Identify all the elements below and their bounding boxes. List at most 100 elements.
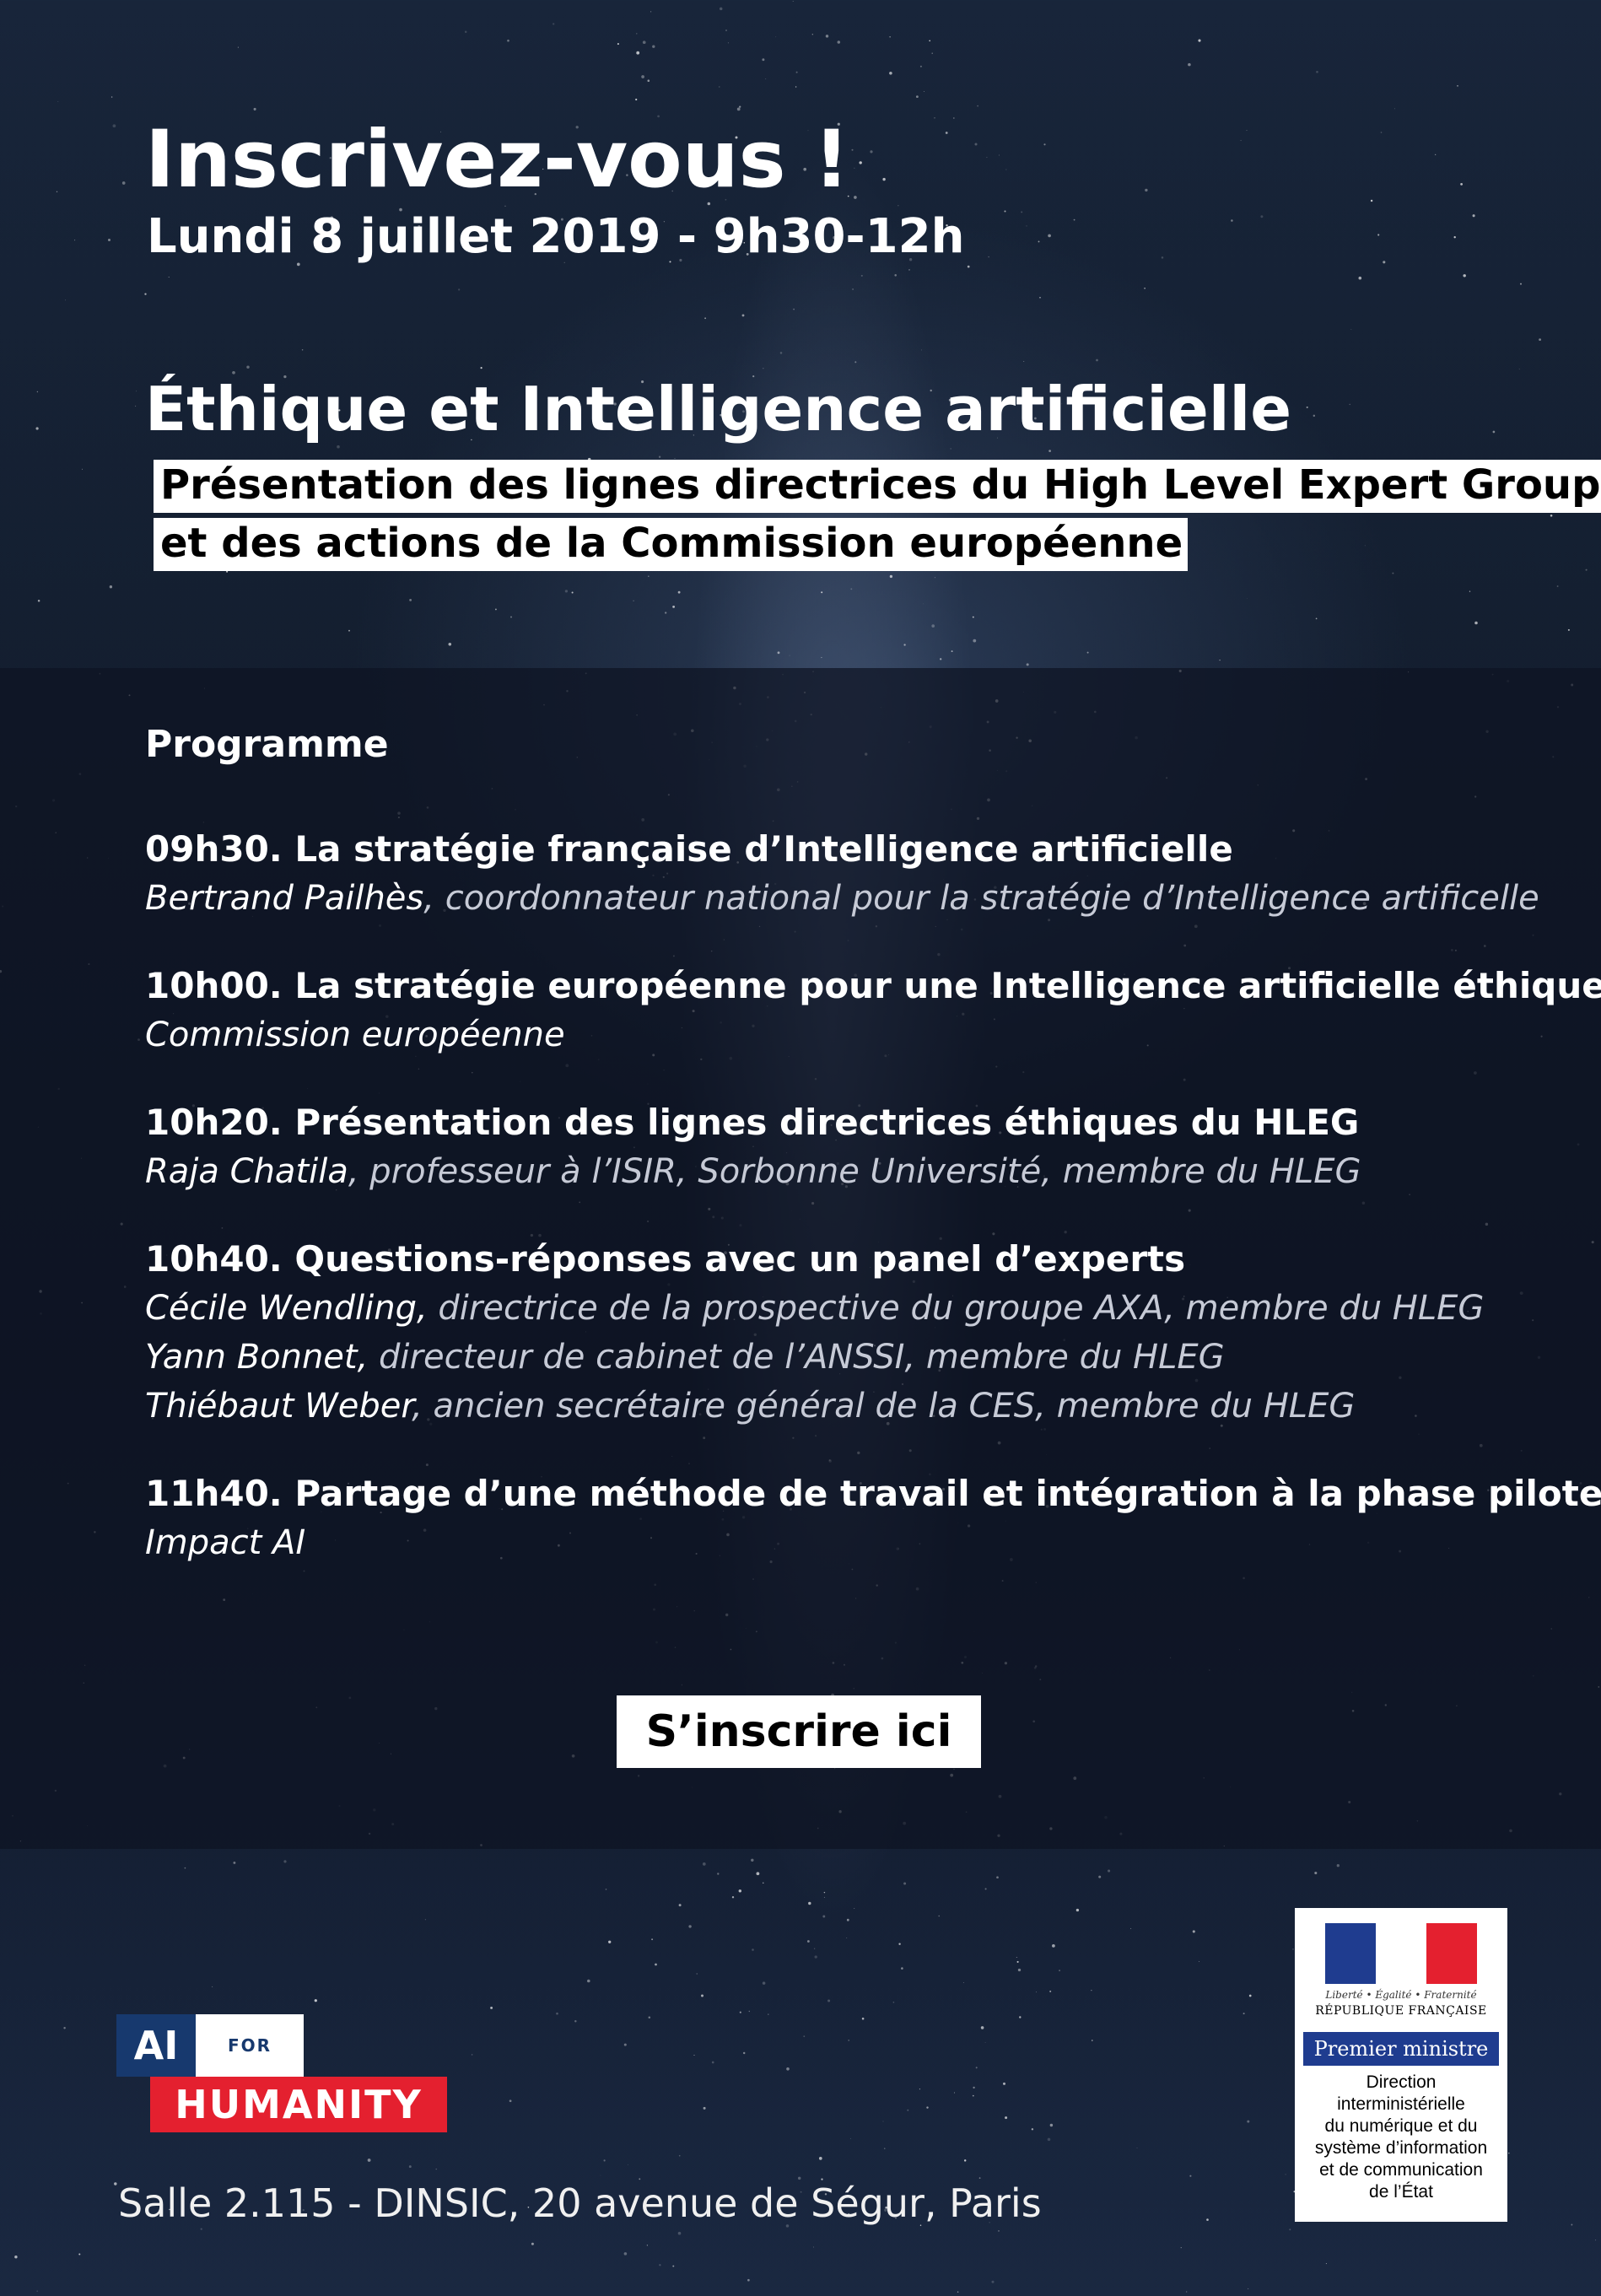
star: [1306, 406, 1308, 408]
star: [967, 265, 970, 268]
event-theme: Éthique et Intelligence artificielle: [145, 374, 1292, 445]
star: [677, 2231, 682, 2235]
star: [973, 639, 977, 643]
star: [1240, 139, 1242, 142]
star: [1005, 2116, 1008, 2120]
star: [409, 598, 412, 601]
speaker-name: Impact AI: [145, 1523, 306, 1562]
programme-item-title: 11h40. Partage d’une méthode de travail …: [145, 1473, 1601, 1514]
star: [603, 2159, 606, 2162]
star: [846, 1918, 849, 1921]
star: [950, 448, 952, 450]
star: [889, 574, 893, 579]
programme-item-title: 10h20. Présentation des lignes directric…: [145, 1102, 1360, 1143]
star: [1144, 288, 1145, 289]
gov-direction: Direction interministérielle du numériqu…: [1295, 2072, 1507, 2203]
star: [972, 616, 974, 618]
gov-direction-line: de l’État: [1369, 2182, 1433, 2202]
star: [711, 2061, 714, 2064]
speaker-role: directeur de cabinet de l’ANSSI, membre …: [368, 1338, 1225, 1377]
star: [693, 2054, 695, 2056]
star: [741, 314, 745, 317]
star: [931, 624, 935, 628]
star: [765, 78, 767, 79]
star: [510, 616, 512, 618]
star: [806, 1940, 810, 1943]
register-button[interactable]: S’inscrire ici: [617, 1695, 981, 1768]
star: [1091, 1990, 1092, 1991]
event-date: Lundi 8 juillet 2019 - 9h30-12h: [147, 209, 965, 264]
star: [672, 2265, 675, 2267]
star: [777, 651, 780, 655]
star: [814, 1955, 817, 1959]
star: [678, 1904, 682, 1907]
star: [1189, 2175, 1192, 2177]
star: [808, 1901, 811, 1905]
star: [658, 455, 661, 458]
star: [337, 445, 340, 449]
star: [1026, 663, 1029, 666]
star: [1457, 85, 1458, 87]
star: [972, 2094, 974, 2097]
star: [854, 196, 857, 199]
star: [974, 143, 978, 146]
star: [703, 2106, 706, 2110]
star: [1313, 414, 1316, 418]
star: [696, 1973, 698, 1975]
star: [36, 391, 39, 393]
star: [314, 1999, 317, 2002]
ai-for-humanity-logo: AI FOR HUMANITY: [116, 2014, 447, 2132]
star: [1460, 183, 1463, 186]
star: [795, 86, 797, 88]
star: [762, 58, 765, 62]
star: [991, 2280, 995, 2283]
star: [919, 65, 922, 67]
star: [702, 1862, 706, 1866]
star: [861, 2017, 865, 2020]
star: [408, 2165, 412, 2169]
star: [1059, 1970, 1060, 1971]
star: [509, 2099, 512, 2103]
star: [623, 2043, 627, 2046]
star: [860, 274, 863, 277]
star: [850, 588, 853, 590]
star: [1246, 130, 1248, 131]
star: [1314, 1871, 1318, 1875]
speaker-line: Thiébaut Weber, ancien secrétaire généra…: [145, 1382, 1528, 1431]
programme-item-title: 10h00. La stratégie européenne pour une …: [145, 965, 1601, 1006]
star: [109, 585, 113, 589]
star: [1539, 338, 1542, 342]
star: [1358, 276, 1362, 280]
star: [1248, 1994, 1252, 1997]
star: [665, 612, 667, 614]
star: [952, 117, 955, 119]
star: [996, 1876, 999, 1879]
star: [1161, 256, 1164, 259]
star: [1043, 143, 1046, 146]
star: [821, 591, 823, 594]
star: [1048, 234, 1051, 238]
star: [1364, 545, 1366, 547]
star: [1017, 1968, 1022, 1972]
star: [226, 570, 229, 573]
star: [951, 650, 953, 653]
star: [980, 2026, 984, 2029]
star: [471, 2054, 473, 2056]
star: [78, 2253, 81, 2256]
star: [870, 150, 873, 154]
speaker-role: directrice de la prospective du groupe A…: [427, 1289, 1485, 1328]
programme-item-title: 09h30. La stratégie française d’Intellig…: [145, 828, 1233, 870]
star: [813, 1948, 816, 1949]
star: [490, 2006, 493, 2009]
speaker-role: , ancien secrétaire général de la CES, m…: [412, 1387, 1356, 1426]
ai-logo-humanity: HUMANITY: [150, 2077, 447, 2132]
programme-item: 10h20. Présentation des lignes directric…: [145, 1098, 1528, 1196]
star: [762, 1981, 766, 1985]
star: [736, 107, 741, 111]
star: [1145, 188, 1148, 192]
star: [889, 72, 892, 75]
speaker-name: Commission européenne: [145, 1016, 565, 1054]
star: [837, 40, 841, 44]
star: [1036, 1991, 1037, 1993]
star: [635, 98, 638, 101]
